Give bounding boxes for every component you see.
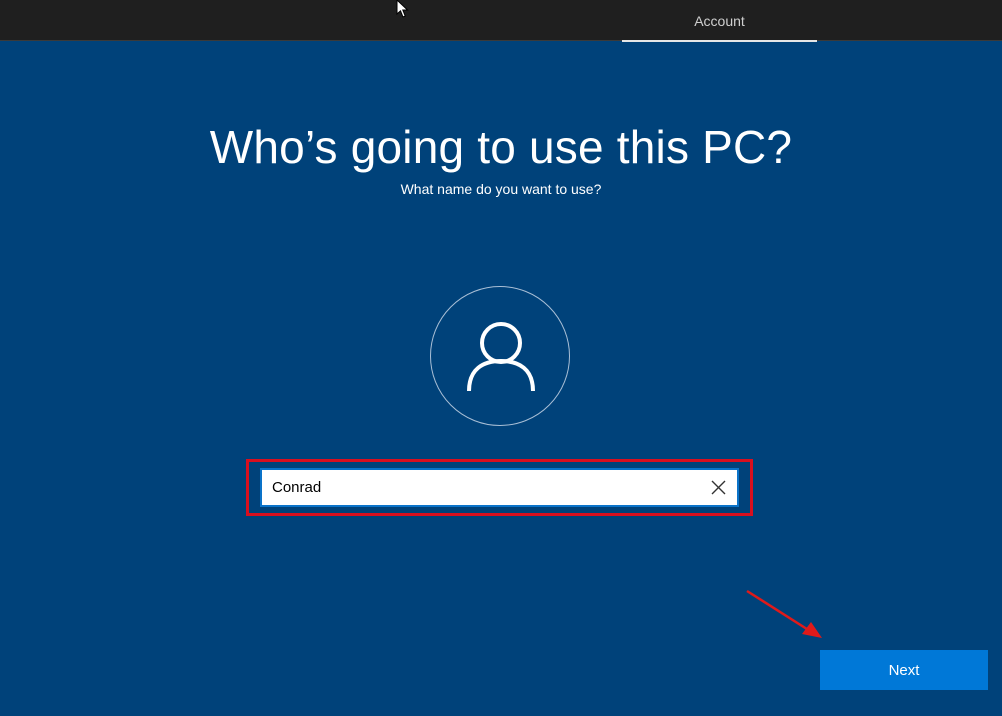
avatar	[430, 286, 570, 426]
account-setup-page: Who’s going to use this PC? What name do…	[0, 42, 1002, 716]
page-title: Who’s going to use this PC?	[209, 121, 793, 173]
name-input[interactable]	[262, 470, 702, 505]
close-icon[interactable]	[710, 479, 727, 496]
mouse-cursor-icon	[396, 0, 409, 18]
name-field	[260, 468, 739, 507]
red-arrow-icon	[746, 589, 822, 638]
tab-account[interactable]: Account	[622, 0, 817, 42]
top-bar: Account	[0, 0, 1002, 42]
next-button[interactable]: Next	[820, 650, 988, 690]
tab-account-label: Account	[694, 12, 745, 29]
user-icon	[467, 322, 535, 392]
page-subtitle: What name do you want to use?	[400, 181, 602, 197]
